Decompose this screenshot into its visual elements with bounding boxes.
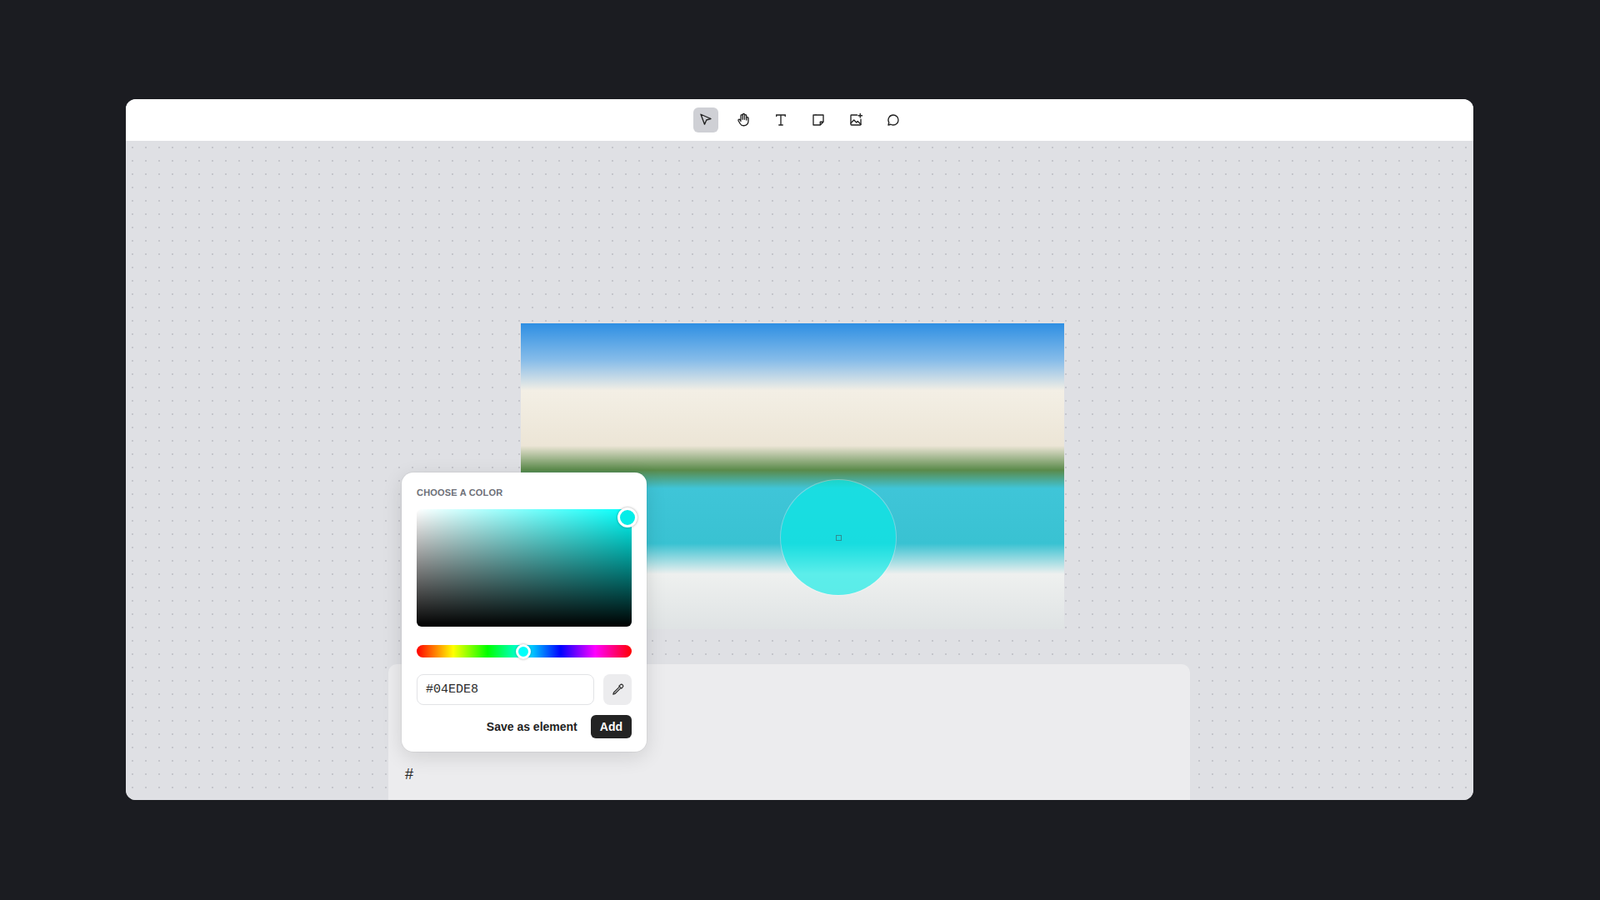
comment-icon [885,112,901,128]
picker-actions: Save as element Add [416,715,632,739]
selection-handle[interactable] [835,535,842,541]
tool-button[interactable] [880,107,906,133]
hex-input[interactable]: #04EDE8 [416,674,595,705]
tool-button[interactable] [768,107,794,133]
hex-row: #04EDE8 [416,674,632,705]
canvas[interactable]: # CHOOSE A COLOR #04EDE8 Save as element… [125,140,1474,800]
tool-button[interactable] [805,107,831,133]
eyedropper-button[interactable] [603,674,632,705]
picker-title: CHOOSE A COLOR [416,487,632,498]
sticky-note-icon [810,112,826,128]
circle-shape[interactable] [780,480,896,595]
eyedropper-icon [610,682,625,697]
toolbar [125,99,1474,141]
desktop: # CHOOSE A COLOR #04EDE8 Save as element… [0,0,1600,900]
picker-button[interactable]: Save as element [486,716,578,737]
saturation-area[interactable] [416,509,632,627]
hue-slider[interactable] [416,645,632,658]
picker-button[interactable]: Add [590,715,632,739]
app-window: # CHOOSE A COLOR #04EDE8 Save as element… [125,99,1474,800]
tool-button[interactable] [843,107,869,133]
tool-button[interactable] [693,107,719,133]
text-tool-icon [773,112,789,128]
prompt-text[interactable]: # [405,765,1174,784]
color-picker: CHOOSE A COLOR #04EDE8 Save as element Ad… [401,472,647,752]
saturation-handle[interactable] [617,507,638,528]
hand-icon [735,112,751,128]
tool-button[interactable] [730,107,756,133]
pointer-icon [698,112,714,128]
hue-handle[interactable] [515,644,531,660]
image-add-icon [848,112,864,128]
